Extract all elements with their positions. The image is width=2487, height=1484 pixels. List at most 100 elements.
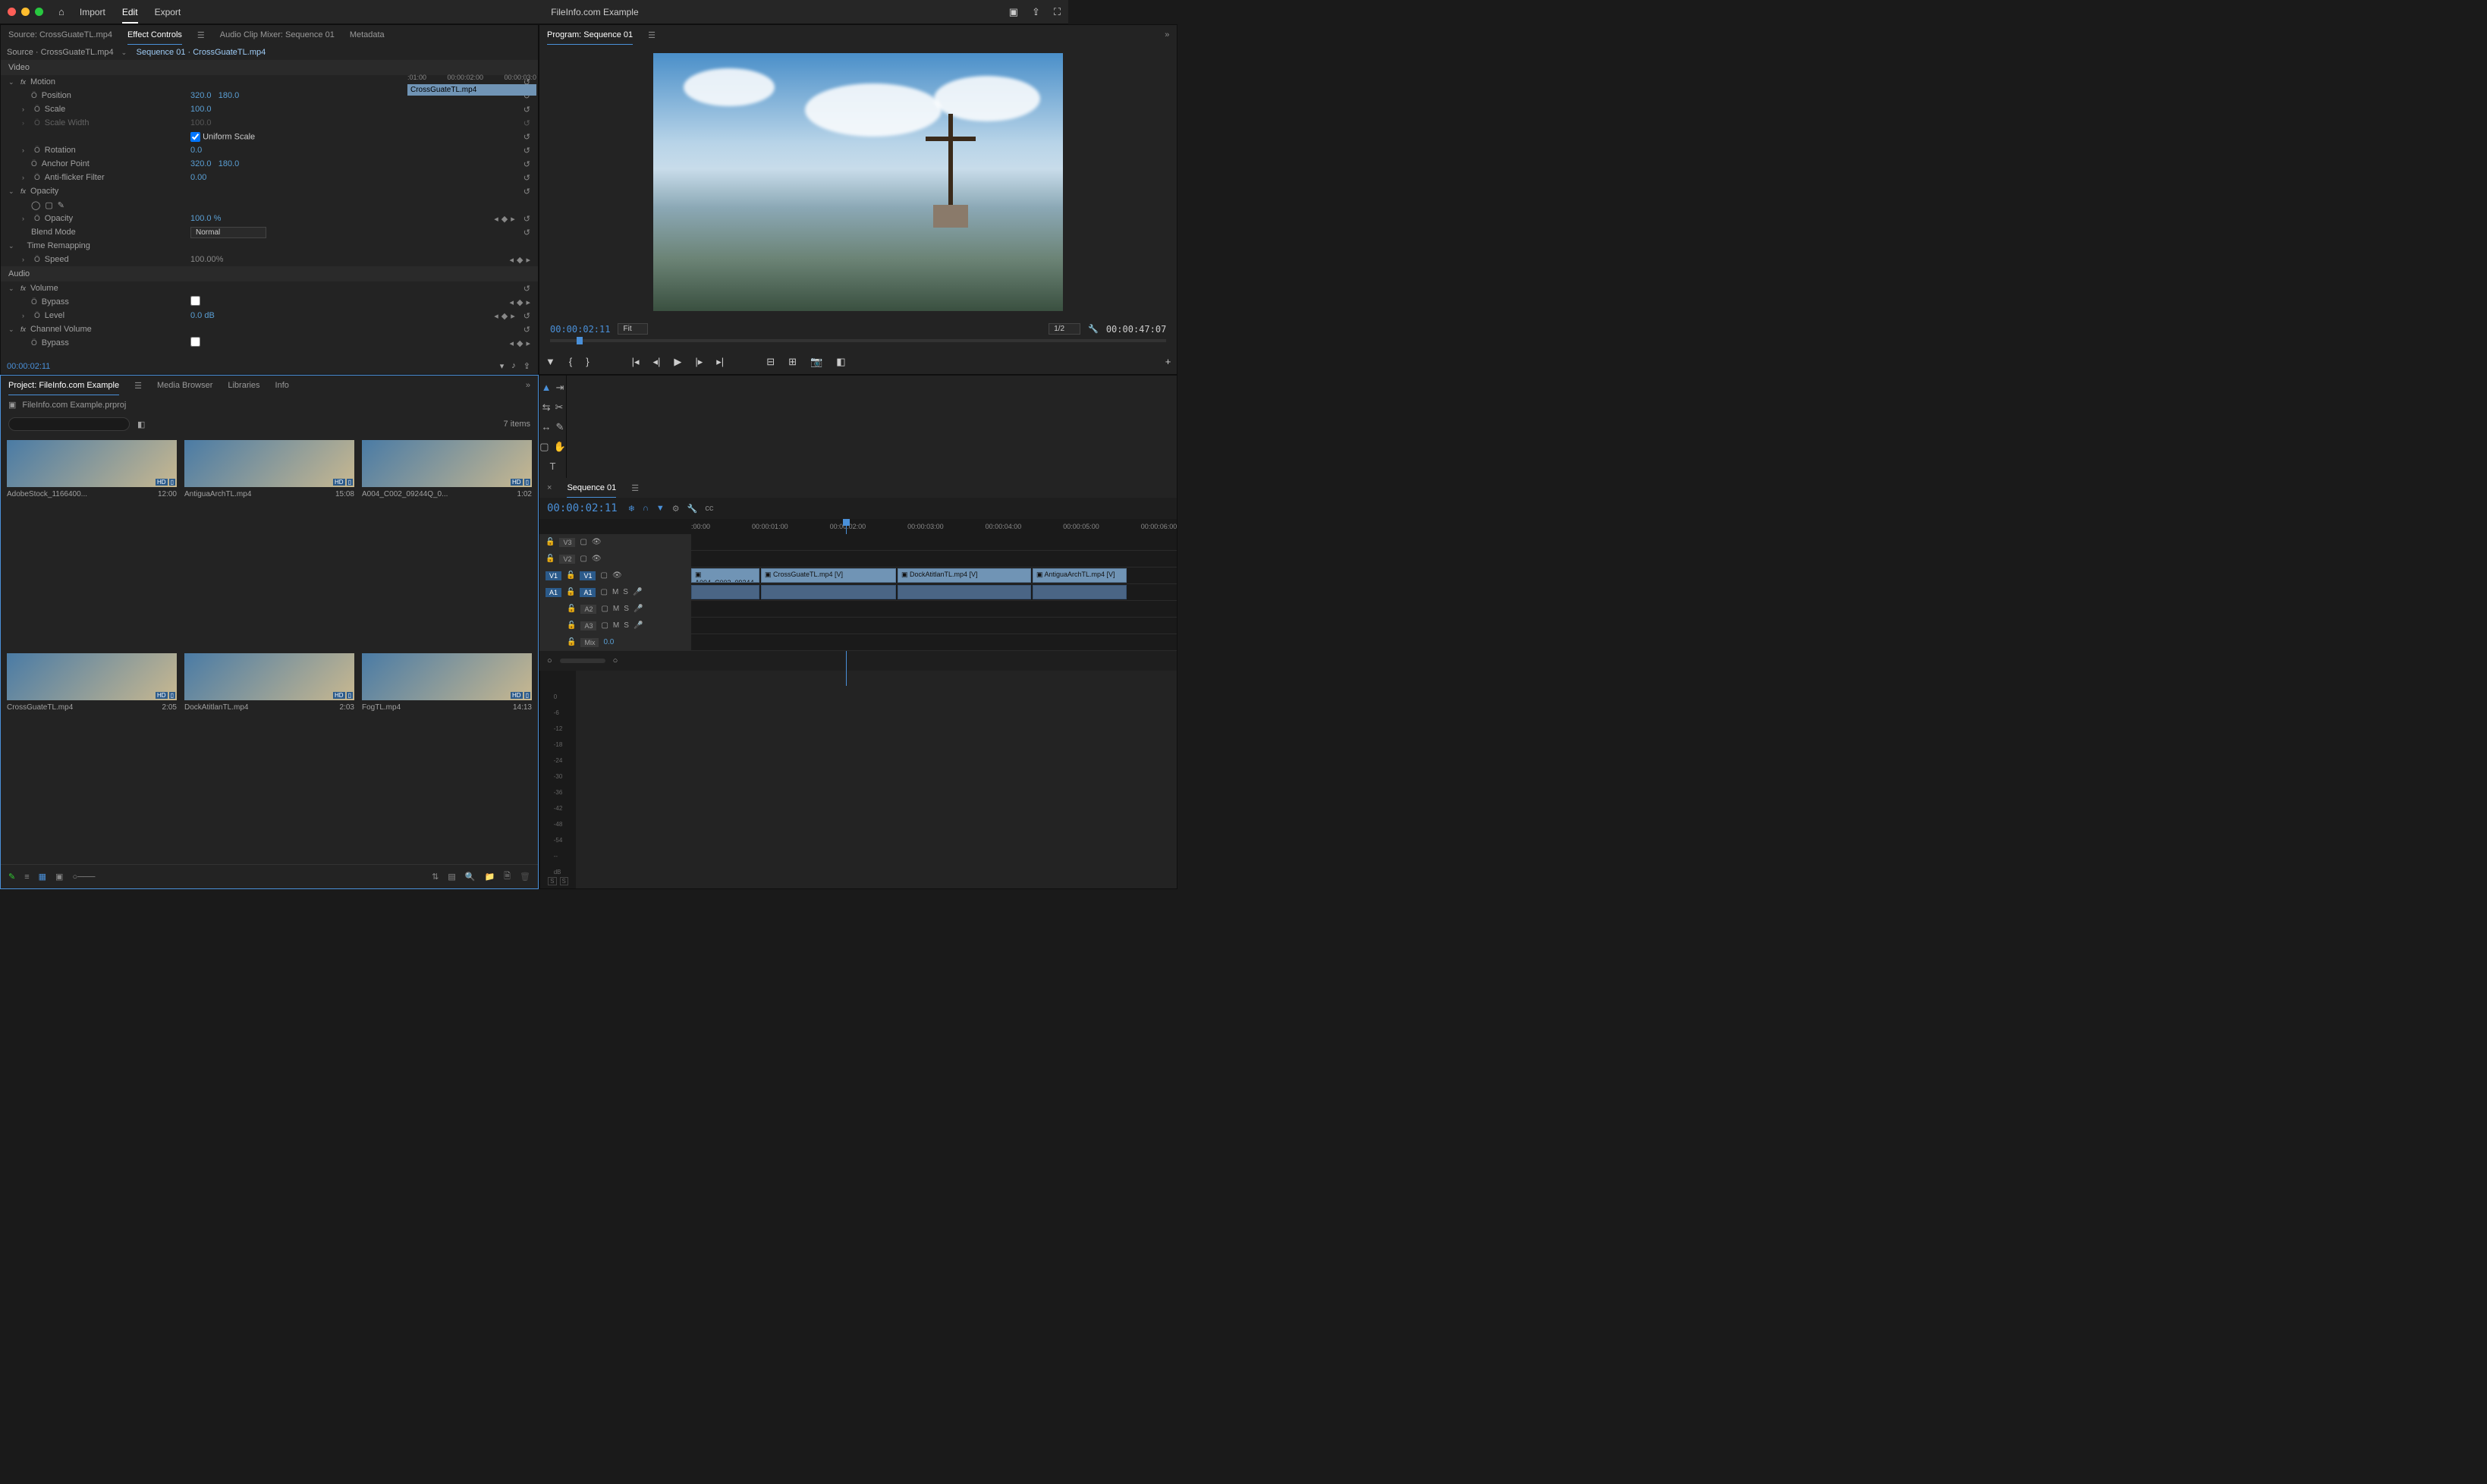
reset-icon[interactable]: ↺ xyxy=(523,159,530,169)
lock-icon[interactable]: 🔓 xyxy=(567,605,576,613)
toggle-output-icon[interactable]: 👁 xyxy=(592,555,602,563)
voiceover-icon[interactable]: 🎤 xyxy=(633,588,642,596)
reset-icon[interactable]: ↺ xyxy=(523,325,530,335)
project-item[interactable]: HD▯CrossGuateTL.mp42:05 xyxy=(7,653,177,859)
motion-effect[interactable]: Motion xyxy=(30,77,55,86)
program-in-tc[interactable]: 00:00:02:11 xyxy=(550,324,610,335)
tab-audio-mixer[interactable]: Audio Clip Mixer: Sequence 01 xyxy=(220,26,335,44)
prev-kf-icon[interactable]: ◂ xyxy=(509,338,514,348)
ripple-edit-icon[interactable]: ⇆ xyxy=(542,401,551,413)
channel-volume-effect[interactable]: Channel Volume xyxy=(30,325,92,334)
cc-icon[interactable]: cc xyxy=(705,504,713,514)
track-target[interactable]: V1 xyxy=(580,571,596,580)
toggle-output-icon[interactable]: 👁 xyxy=(612,571,622,580)
selection-tool-icon[interactable]: ▲ xyxy=(542,382,552,394)
timeline-audio-clip[interactable] xyxy=(898,585,1031,599)
lock-icon[interactable]: 🔓 xyxy=(567,621,576,630)
pen-icon[interactable]: ✎ xyxy=(8,872,15,882)
timeline-audio-clip[interactable] xyxy=(761,585,896,599)
position-y[interactable]: 180.0 xyxy=(219,91,240,100)
lock-icon[interactable]: 🔓 xyxy=(566,571,575,580)
solo-r[interactable]: S xyxy=(560,877,568,885)
voiceover-icon[interactable]: 🎤 xyxy=(634,605,643,613)
type-tool-icon[interactable]: T xyxy=(550,461,556,472)
reset-icon[interactable]: ↺ xyxy=(523,214,530,224)
add-kf-icon[interactable]: ◆ xyxy=(517,338,523,348)
bypass-checkbox[interactable] xyxy=(190,337,200,347)
track-target[interactable]: V3 xyxy=(559,538,575,547)
next-kf-icon[interactable]: ▸ xyxy=(511,214,515,224)
panel-menu-icon[interactable]: ☰ xyxy=(631,483,639,493)
project-item[interactable]: HD▯AntiguaArchTL.mp415:08 xyxy=(184,440,354,646)
filter-bin-icon[interactable]: ◧ xyxy=(137,420,145,429)
volume-effect[interactable]: Volume xyxy=(30,284,58,293)
share-icon[interactable]: ⇪ xyxy=(1032,6,1040,18)
sync-lock-icon[interactable]: ▢ xyxy=(600,588,607,596)
opacity-effect[interactable]: Opacity xyxy=(30,187,58,196)
settings-icon[interactable]: ⚙ xyxy=(672,504,680,514)
mark-in-icon[interactable]: { xyxy=(569,356,572,368)
export-icon[interactable]: ⇪ xyxy=(523,361,530,371)
track-body[interactable] xyxy=(691,618,1177,634)
quick-export-icon[interactable]: ▣ xyxy=(1009,6,1018,18)
add-kf-icon[interactable]: ◆ xyxy=(517,255,523,265)
effect-playhead-tc[interactable]: 00:00:02:11 xyxy=(1,359,56,374)
tab-source[interactable]: Source: CrossGuateTL.mp4 xyxy=(8,26,112,44)
slip-icon[interactable]: ↔ xyxy=(542,421,552,433)
effect-mini-timeline[interactable]: :01:00 00:00:02:00 00:00:03:0 CrossGuate… xyxy=(407,74,536,96)
icon-view-icon[interactable]: ▦ xyxy=(39,872,46,882)
project-item[interactable]: HD▯AdobeStock_1166400...12:00 xyxy=(7,440,177,646)
track-body[interactable] xyxy=(691,551,1177,567)
stopwatch-icon[interactable]: Ö xyxy=(31,92,37,100)
prev-kf-icon[interactable]: ◂ xyxy=(494,311,498,321)
fullscreen-icon[interactable]: ⛶ xyxy=(1054,6,1061,18)
pen-mask-icon[interactable]: ✎ xyxy=(58,200,64,210)
tl-zoom-out-icon[interactable]: ○ xyxy=(547,656,552,665)
go-to-in-icon[interactable]: |◂ xyxy=(632,356,640,368)
stopwatch-icon[interactable]: Ö xyxy=(34,256,40,264)
reset-icon[interactable]: ↺ xyxy=(523,228,530,237)
minimize-icon[interactable] xyxy=(21,8,30,16)
time-remap-effect[interactable]: Time Remapping xyxy=(27,241,90,250)
track-target[interactable]: V2 xyxy=(559,555,575,564)
find-icon[interactable]: 🔍 xyxy=(465,872,476,882)
bypass-checkbox[interactable] xyxy=(190,296,200,306)
panel-menu-icon[interactable]: ☰ xyxy=(134,381,142,391)
program-monitor[interactable] xyxy=(539,45,1177,319)
play-icon[interactable]: ▶ xyxy=(674,356,681,368)
fx-icon[interactable]: ♪ xyxy=(511,361,516,371)
solo-l[interactable]: S xyxy=(548,877,556,885)
timeline-clip[interactable]: ▣ CrossGuateTL.mp4 [V] xyxy=(761,568,896,583)
step-back-icon[interactable]: ◂| xyxy=(652,356,660,368)
timeline-tc[interactable]: 00:00:02:11 xyxy=(547,502,618,514)
sync-lock-icon[interactable]: ▢ xyxy=(580,555,586,563)
add-marker-icon[interactable]: ▼ xyxy=(546,356,555,368)
project-item[interactable]: HD▯DockAtitlanTL.mp42:03 xyxy=(184,653,354,859)
tab-project[interactable]: Project: FileInfo.com Example xyxy=(8,376,119,395)
add-button-icon[interactable]: + xyxy=(1165,356,1171,368)
mute-icon[interactable]: M xyxy=(612,588,618,596)
lift-icon[interactable]: ⊟ xyxy=(766,356,775,368)
marker-icon[interactable]: ▼ xyxy=(656,504,665,514)
ellipse-mask-icon[interactable]: ◯ xyxy=(31,200,40,210)
blend-mode-select[interactable]: Normal xyxy=(190,227,266,238)
prev-kf-icon[interactable]: ◂ xyxy=(509,297,514,307)
next-kf-icon[interactable]: ▸ xyxy=(526,255,530,265)
track-target[interactable]: A2 xyxy=(580,605,596,614)
stopwatch-icon[interactable]: Ö xyxy=(34,174,40,182)
trash-icon[interactable]: 🗑 xyxy=(520,872,530,882)
sort-icon[interactable]: ⇅ xyxy=(432,872,439,882)
snap-icon[interactable]: ❄ xyxy=(628,504,635,514)
timeline-clip[interactable]: ▣ AntiguaArchTL.mp4 [V] xyxy=(1033,568,1127,583)
reset-icon[interactable]: ↺ xyxy=(523,105,530,115)
panel-menu-icon[interactable]: ☰ xyxy=(197,30,205,40)
tab-media-browser[interactable]: Media Browser xyxy=(157,376,212,395)
close-icon[interactable] xyxy=(8,8,16,16)
freeform-view-icon[interactable]: ▣ xyxy=(55,872,63,882)
new-item-icon[interactable]: 🗎 xyxy=(504,869,511,884)
position-x[interactable]: 320.0 xyxy=(190,91,212,100)
lock-icon[interactable]: 🔓 xyxy=(567,638,576,646)
scale-value[interactable]: 100.0 xyxy=(190,105,342,114)
solo-icon[interactable]: S xyxy=(624,605,629,613)
add-kf-icon[interactable]: ◆ xyxy=(517,297,523,307)
